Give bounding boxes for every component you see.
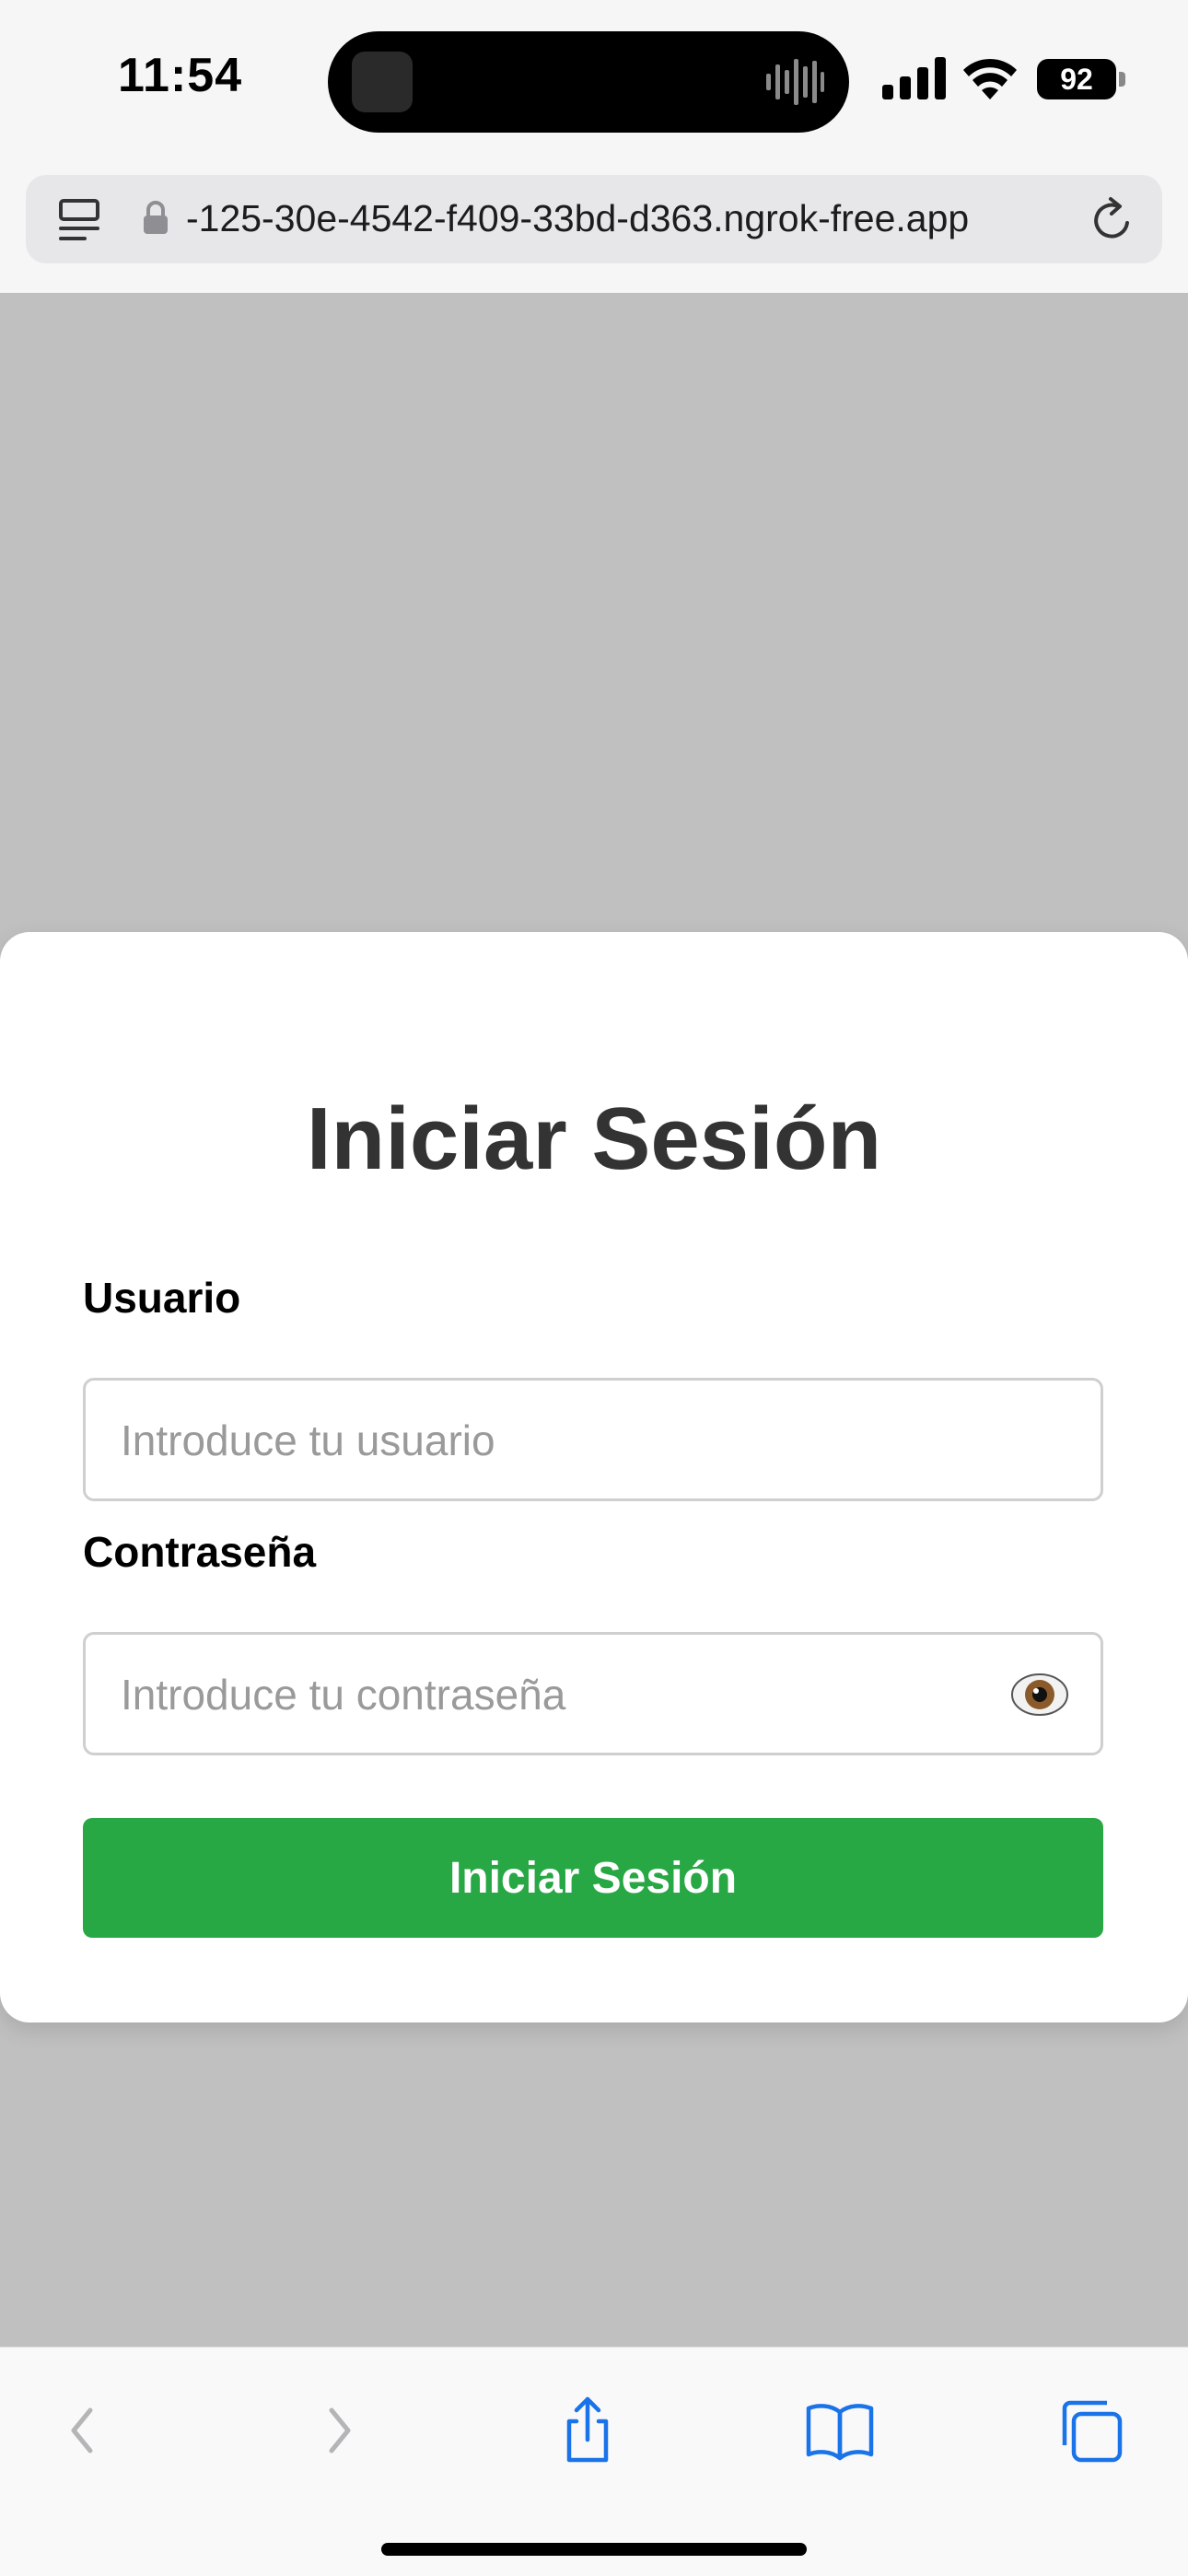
status-bar: 11:54 92	[0, 0, 1188, 166]
reload-icon[interactable]	[1087, 195, 1136, 245]
username-input[interactable]	[119, 1381, 1007, 1500]
address-bar[interactable]: -125-30e-4542-f409-33bd-d363.ngrok-free.…	[26, 175, 1162, 263]
password-label: Contraseña	[83, 1528, 317, 1576]
username-field[interactable]	[83, 1378, 1103, 1501]
login-title: Iniciar Sesión	[306, 1090, 882, 1188]
dynamic-island	[328, 31, 849, 133]
password-field[interactable]	[83, 1632, 1103, 1755]
url-text[interactable]: -125-30e-4542-f409-33bd-d363.ngrok-free.…	[186, 197, 969, 240]
lock-icon	[144, 201, 168, 234]
share-icon[interactable]	[551, 2394, 624, 2467]
browser-toolbar	[0, 2347, 1188, 2576]
forward-icon[interactable]	[302, 2394, 376, 2467]
battery-level: 92	[1037, 59, 1116, 99]
password-input[interactable]	[119, 1635, 1007, 1754]
home-indicator	[381, 2543, 807, 2556]
signal-icon	[882, 57, 946, 99]
tabs-icon[interactable]	[1055, 2394, 1129, 2467]
wifi-icon	[963, 58, 1017, 99]
bookmarks-icon[interactable]	[803, 2394, 877, 2467]
eye-icon[interactable]	[1010, 1672, 1069, 1718]
status-time: 11:54	[118, 49, 243, 102]
page-overlay: Iniciar Sesión Usuario Contraseña Inicia…	[0, 293, 1188, 2347]
username-label: Usuario	[83, 1274, 241, 1322]
battery-tip	[1119, 72, 1125, 87]
login-card: Iniciar Sesión Usuario Contraseña Inicia…	[0, 932, 1188, 2022]
live-activity-app-icon	[352, 52, 413, 112]
login-submit-button[interactable]: Iniciar Sesión	[83, 1818, 1103, 1938]
reader-icon[interactable]	[57, 197, 105, 243]
audio-wave-icon	[766, 59, 824, 105]
back-icon[interactable]	[46, 2394, 120, 2467]
battery-icon: 92	[1037, 59, 1127, 99]
